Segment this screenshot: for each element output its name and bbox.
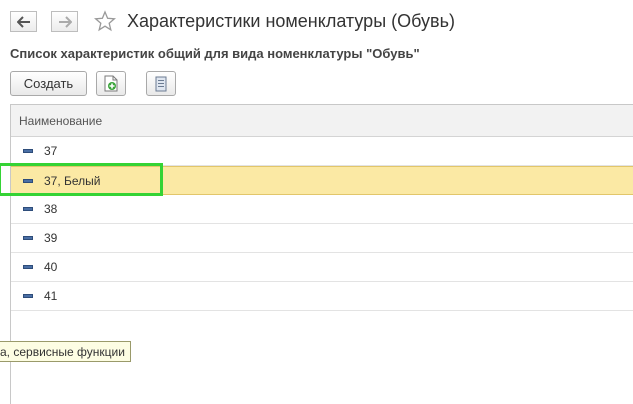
- table-row[interactable]: 37: [11, 137, 633, 166]
- back-button[interactable]: [10, 11, 37, 32]
- add-document-icon: [104, 75, 118, 92]
- highlight-frame: [0, 163, 163, 196]
- forward-button[interactable]: [51, 11, 78, 32]
- list-icon: [155, 76, 167, 91]
- star-icon[interactable]: [94, 10, 116, 32]
- create-button-label: Создать: [23, 76, 74, 91]
- page-subtitle: Список характеристик общий для вида номе…: [10, 46, 420, 61]
- row-name: 37: [44, 144, 58, 158]
- item-dash-icon: [23, 265, 33, 269]
- row-name: 38: [44, 202, 58, 216]
- row-name: 39: [44, 231, 58, 245]
- table-row[interactable]: 39: [11, 224, 633, 253]
- item-dash-icon: [23, 294, 33, 298]
- copy-button[interactable]: [96, 71, 126, 96]
- table-row[interactable]: 41: [11, 282, 633, 311]
- column-header-name[interactable]: Наименование: [11, 105, 633, 137]
- page-title: Характеристики номенклатуры (Обувь): [127, 11, 455, 31]
- tooltip: а, сервисные функции: [0, 341, 131, 362]
- table-row[interactable]: 38: [11, 195, 633, 224]
- list-button[interactable]: [146, 71, 176, 96]
- tooltip-text: а, сервисные функции: [0, 344, 125, 359]
- item-dash-icon: [23, 149, 33, 153]
- item-dash-icon: [23, 236, 33, 240]
- table-row[interactable]: 40: [11, 253, 633, 282]
- row-name: 40: [44, 260, 58, 274]
- arrow-left-icon: [16, 15, 30, 28]
- item-dash-icon: [23, 207, 33, 211]
- create-button[interactable]: Создать: [10, 71, 87, 96]
- arrow-right-icon: [58, 15, 72, 28]
- row-name: 41: [44, 289, 58, 303]
- column-header-label: Наименование: [19, 113, 103, 128]
